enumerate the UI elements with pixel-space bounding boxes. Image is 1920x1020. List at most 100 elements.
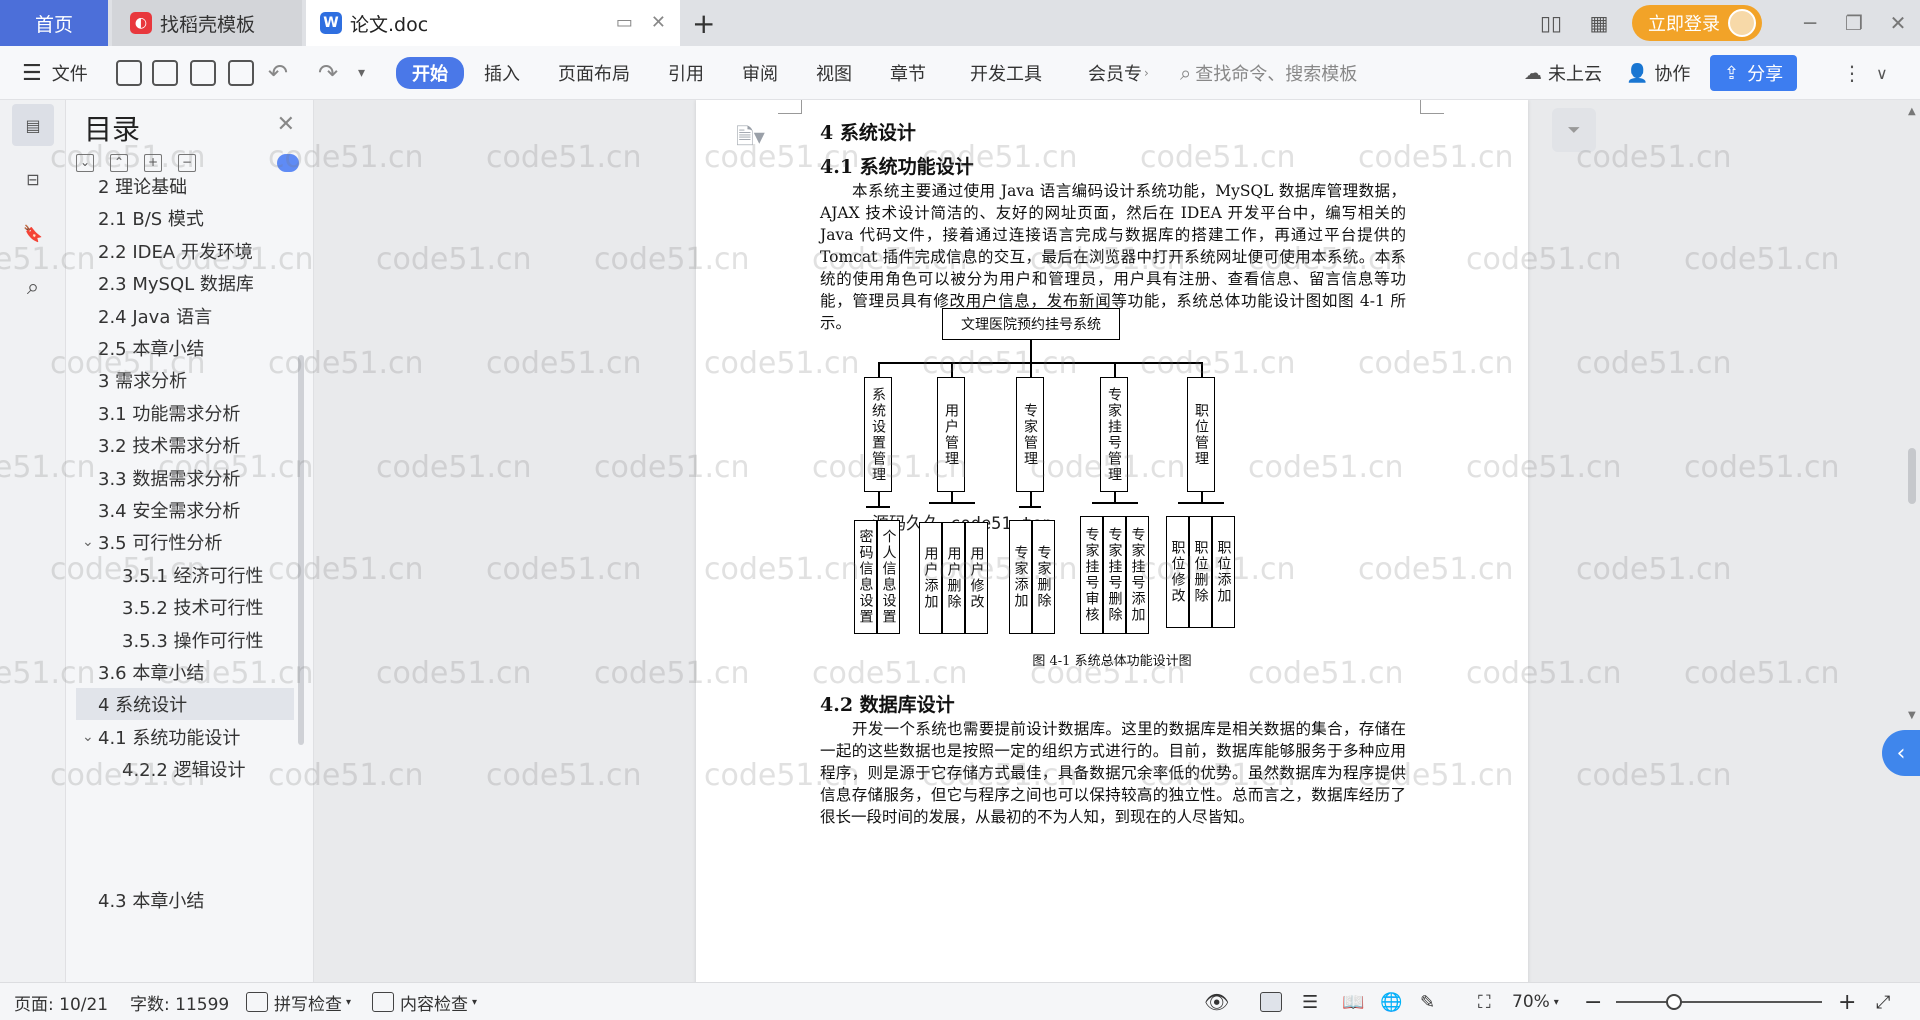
tab-reference[interactable]: 引用	[668, 46, 704, 100]
tab-view[interactable]: 视图	[816, 46, 852, 100]
save-button[interactable]	[116, 46, 142, 100]
vertical-scrollbar[interactable]: ▲ ▼	[1904, 100, 1920, 982]
toc-item[interactable]: 2.3 MySQL 数据库	[76, 267, 294, 299]
export-button[interactable]	[152, 46, 178, 100]
zoom-in-icon[interactable]: +	[1838, 983, 1856, 1020]
tab-template[interactable]: ◐ 找稻壳模板	[112, 0, 302, 46]
expand-caret-icon[interactable]: ⌄	[82, 729, 94, 745]
toc-item[interactable]: 2.2 IDEA 开发环境	[76, 235, 294, 267]
zoom-slider[interactable]	[1616, 994, 1822, 1010]
find-icon[interactable]: ⌕	[12, 266, 54, 308]
zoom-slider-handle[interactable]	[1665, 994, 1682, 1010]
fit-page-icon[interactable]: ⛶	[1478, 983, 1491, 1020]
page-indicator[interactable]: 页面: 10/21	[14, 983, 108, 1020]
toc-item[interactable]: 3.3 数据需求分析	[76, 462, 294, 494]
share-button[interactable]: ⇪ 分享	[1710, 55, 1798, 91]
connector	[1201, 362, 1203, 377]
tab-start[interactable]: 开始	[396, 57, 464, 89]
minimize-icon[interactable]: ─	[1788, 11, 1832, 35]
toc-item-label: 2 理论基础	[98, 177, 188, 198]
zoom-out-icon[interactable]: −	[1584, 983, 1602, 1020]
reading-mode-icon[interactable]: ▯▯	[1536, 11, 1566, 35]
toc-item[interactable]: 2.5 本章小结	[76, 332, 294, 364]
toc-item[interactable]: 4.3 本章小结	[76, 884, 294, 916]
more-options-icon[interactable]: ⋮	[1842, 46, 1862, 100]
file-menu[interactable]: ☰ 文件	[22, 46, 88, 100]
tab-review[interactable]: 审阅	[742, 46, 778, 100]
cloud-status[interactable]: ☁ 未上云	[1524, 46, 1602, 100]
chart-leaf-node: 密码信息设置	[854, 520, 877, 634]
write-mode-icon[interactable]: ✎	[1420, 983, 1435, 1020]
connector	[1201, 492, 1203, 502]
toc-item[interactable]: 4 系统设计	[76, 688, 294, 721]
chart-leaf-label: 专家挂号添加	[1129, 527, 1146, 623]
login-button[interactable]: 立即登录	[1632, 5, 1762, 41]
toc-item[interactable]: 2.1 B/S 模式	[76, 202, 294, 234]
toc-item[interactable]: 2 理论基础	[76, 170, 294, 202]
toc-item[interactable]: ⌄ 4.1 系统功能设计	[76, 721, 294, 753]
collapse-ribbon-icon[interactable]: ∨	[1876, 46, 1888, 100]
tab-layout[interactable]: 页面布局	[558, 46, 630, 100]
tab-bar: 首页 ◐ 找稻壳模板 W 论文.doc ▭ ✕ + ▯▯ ▦ 立即登录 ─ ❐ …	[0, 0, 1920, 46]
toc-item[interactable]: 3.6 本章小结	[76, 656, 294, 688]
close-tab-icon[interactable]: ✕	[651, 12, 666, 33]
restore-icon[interactable]: ❐	[1832, 11, 1876, 35]
toc-item[interactable]: 3.5.2 技术可行性	[76, 591, 294, 623]
word-count[interactable]: 字数: 11599	[130, 983, 229, 1020]
tab-document[interactable]: W 论文.doc ▭ ✕	[306, 0, 680, 46]
toc-item[interactable]: 3 需求分析	[76, 364, 294, 396]
toc-item-label: 3.4 安全需求分析	[98, 501, 241, 522]
undo-icon[interactable]: ↶	[268, 46, 288, 100]
zoom-level[interactable]: 70% ▾	[1512, 983, 1559, 1020]
web-view-icon[interactable]: 🌐	[1380, 983, 1402, 1020]
bookmark-icon[interactable]: 🔖	[12, 212, 54, 254]
content-check-button[interactable]: 内容检查 ▾	[372, 983, 477, 1020]
toc-item[interactable]: 3.2 技术需求分析	[76, 429, 294, 461]
connector	[951, 492, 953, 502]
spell-check-button[interactable]: 拼写检查 ▾	[246, 983, 351, 1020]
filter-icon[interactable]: ⏷	[1552, 108, 1596, 152]
toc-panel-icon[interactable]: ▤	[12, 104, 54, 146]
tab-reference-label: 引用	[668, 64, 704, 85]
print-button[interactable]	[190, 46, 216, 100]
toc-scrollbar[interactable]	[298, 355, 304, 745]
collaborate-button[interactable]: 👤 协作	[1626, 46, 1690, 100]
chart-leaf-label: 用户修改	[968, 546, 985, 610]
toc-item[interactable]: 3.1 功能需求分析	[76, 397, 294, 429]
toc-item[interactable]: 3.5.3 操作可行性	[76, 624, 294, 656]
close-window-icon[interactable]: ✕	[1876, 11, 1920, 35]
heading-4-1: 4.1 系统功能设计	[820, 156, 974, 178]
scroll-up-icon[interactable]: ▲	[1908, 106, 1916, 117]
close-icon[interactable]: ✕	[277, 112, 295, 137]
scroll-thumb[interactable]	[1908, 448, 1916, 504]
paragraph-menu-icon[interactable]: 🗎▾	[736, 120, 765, 158]
tab-insert[interactable]: 插入	[484, 46, 520, 100]
toc-item[interactable]: 3.4 安全需求分析	[76, 494, 294, 526]
new-tab-button[interactable]: +	[692, 7, 715, 40]
tab-home[interactable]: 首页	[0, 0, 108, 46]
outline-view-icon[interactable]: ☰	[1302, 983, 1318, 1020]
reading-view-icon[interactable]: 📖	[1342, 983, 1364, 1020]
quick-access-dropdown-icon[interactable]: ▾	[358, 46, 365, 100]
expand-caret-icon[interactable]: ⌄	[82, 534, 94, 550]
fullscreen-icon[interactable]: ⤢	[1876, 983, 1890, 1020]
toc-item[interactable]: ⌄ 3.5 可行性分析	[76, 526, 294, 558]
scroll-down-icon[interactable]: ▼	[1908, 710, 1916, 721]
tab-member[interactable]: 会员专 ›	[1088, 46, 1149, 100]
redo-icon[interactable]: ↷	[318, 46, 338, 100]
more-tabs-icon: ›	[1144, 66, 1149, 80]
toc-item[interactable]: 2.4 Java 语言	[76, 300, 294, 332]
navigation-panel-icon[interactable]: ⊟	[12, 158, 54, 200]
command-search[interactable]: ⌕ 查找命令、搜索模板	[1180, 46, 1357, 100]
tab-devtools[interactable]: 开发工具	[970, 46, 1042, 100]
document-page[interactable]: 🗎▾ 4 系统设计 4.1 系统功能设计 本系统主要通过使用 Java 语言编码…	[696, 100, 1528, 982]
preview-button[interactable]	[228, 46, 254, 100]
apps-grid-icon[interactable]: ▦	[1584, 11, 1614, 35]
command-search-placeholder: 查找命令、搜索模板	[1195, 64, 1358, 85]
toc-item[interactable]: 3.5.1 经济可行性	[76, 559, 294, 591]
float-window-icon[interactable]: ▭	[616, 12, 633, 33]
tab-chapter[interactable]: 章节	[890, 46, 926, 100]
eye-protection-icon[interactable]: 👁	[1204, 983, 1229, 1020]
page-view-button[interactable]	[1260, 983, 1282, 1020]
toc-item[interactable]: 4.2.2 逻辑设计	[76, 753, 294, 785]
